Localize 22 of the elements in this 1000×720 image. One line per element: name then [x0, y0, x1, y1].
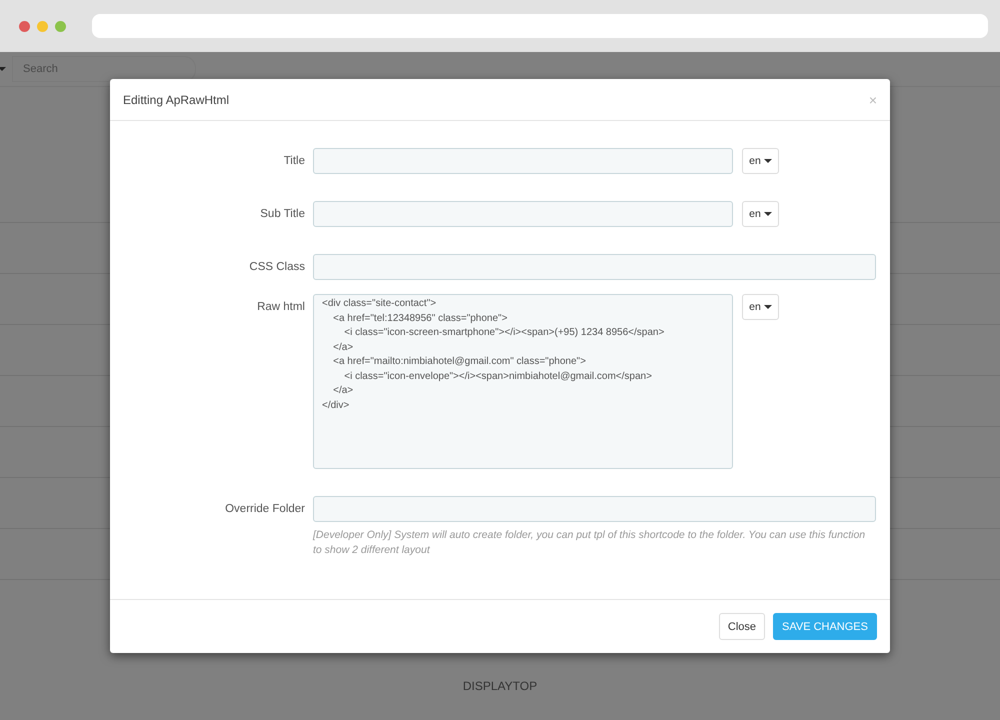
- field-label: Sub Title: [259, 207, 305, 222]
- close-button[interactable]: Close: [718, 613, 765, 640]
- text-input[interactable]: [313, 148, 733, 174]
- field-label: Title: [282, 154, 305, 169]
- help-text: [Developer Only] System will auto create folder, you can put tpl of this shortcode to the folder. You can use this function to show 2 different layout: [313, 528, 866, 558]
- code-textarea[interactable]: <div class="site-contact"> <a href="tel:12348956" class="phone"> <i class="icon-screen-smartphone"></i><span>(+95) 1234 8956</span> </a> <a href="mailto:nimbiahotel@gmail.com" class="phone"> <i class="icon-envelope"></i><span>nimbiahotel@gmail.com</span> </a> </div>: [313, 294, 733, 469]
- minimize-window-dot-icon[interactable]: [37, 20, 48, 32]
- language-dropdown[interactable]: en: [742, 148, 779, 174]
- field-label: Raw html: [256, 300, 305, 315]
- close-window-dot-icon[interactable]: [19, 20, 30, 32]
- caret-icon[interactable]: [0, 67, 6, 71]
- text-input[interactable]: [313, 496, 876, 522]
- field-label: Override Folder: [224, 502, 305, 517]
- language-dropdown[interactable]: en: [742, 294, 779, 320]
- maximize-window-dot-icon[interactable]: [55, 20, 66, 32]
- field-label: CSS Class: [248, 260, 305, 275]
- modal-title: Editting ApRawHtml: [123, 92, 230, 106]
- text-input[interactable]: [313, 201, 733, 227]
- section-label: DISPLAYTOP: [462, 679, 538, 693]
- address-bar[interactable]: [92, 14, 988, 38]
- language-dropdown[interactable]: en: [742, 201, 779, 227]
- text-input[interactable]: [313, 254, 876, 280]
